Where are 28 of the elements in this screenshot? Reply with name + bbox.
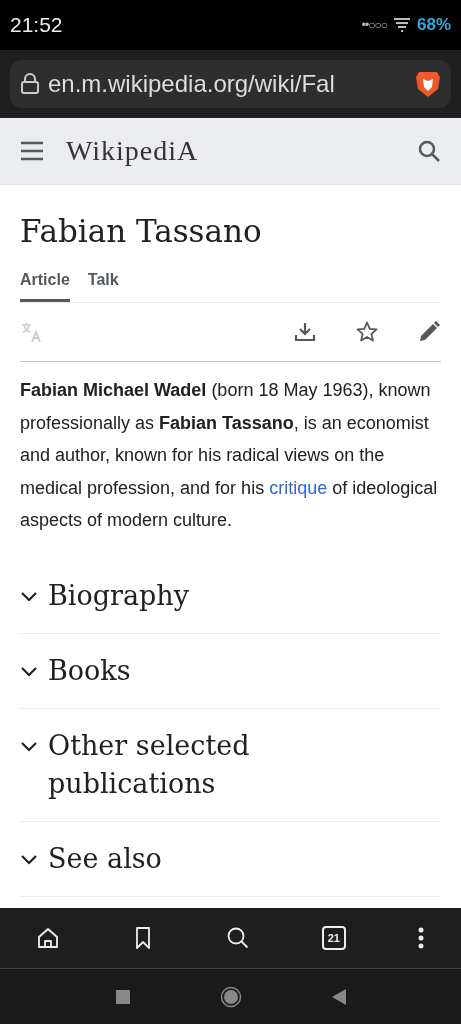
article-tab[interactable]: Talk: [87, 271, 119, 302]
section-heading[interactable]: See also: [48, 839, 308, 878]
article-title: Fabian Tassano: [20, 213, 263, 249]
lion-shield-icon[interactable]: [415, 69, 441, 99]
section-heading[interactable]: Biography: [48, 576, 308, 615]
intro-paragraph: Fabian Michael Wadel (born 18 May 1963), known professionally as Fabian Tassano, is an economist and author, known for his radical views on the medical profession, and for his critique of ideological aspects of modern culture.: [20, 379, 439, 532]
back-icon[interactable]: [331, 988, 346, 1005]
recents-icon[interactable]: [115, 989, 130, 1004]
signal-indicator: ••○○○: [361, 18, 387, 32]
battery-level: 68%: [416, 15, 451, 35]
home-circle-icon[interactable]: [219, 985, 242, 1008]
home-icon[interactable]: [35, 926, 60, 950]
menu-icon[interactable]: [20, 141, 44, 161]
critique-link[interactable]: critique: [269, 477, 328, 498]
download-icon[interactable]: [293, 320, 317, 344]
more-options-icon[interactable]: [417, 926, 426, 950]
status-time: 21:52: [10, 13, 63, 37]
address-bar[interactable]: en.m.wikipedia.org/wiki/Fal: [10, 60, 451, 108]
section-heading[interactable]: Other selected publications: [48, 726, 308, 803]
wifi-icon: [392, 17, 411, 33]
tab-count-button[interactable]: 21: [321, 926, 346, 950]
star-icon[interactable]: [355, 320, 379, 344]
pencil-icon[interactable]: [417, 320, 441, 344]
search-icon[interactable]: [226, 926, 251, 950]
section-heading[interactable]: Books: [48, 651, 308, 690]
search-icon[interactable]: [417, 139, 441, 163]
article-tab[interactable]: Article: [20, 271, 70, 302]
url-text: en.m.wikipedia.org/wiki/Fal: [48, 70, 336, 98]
